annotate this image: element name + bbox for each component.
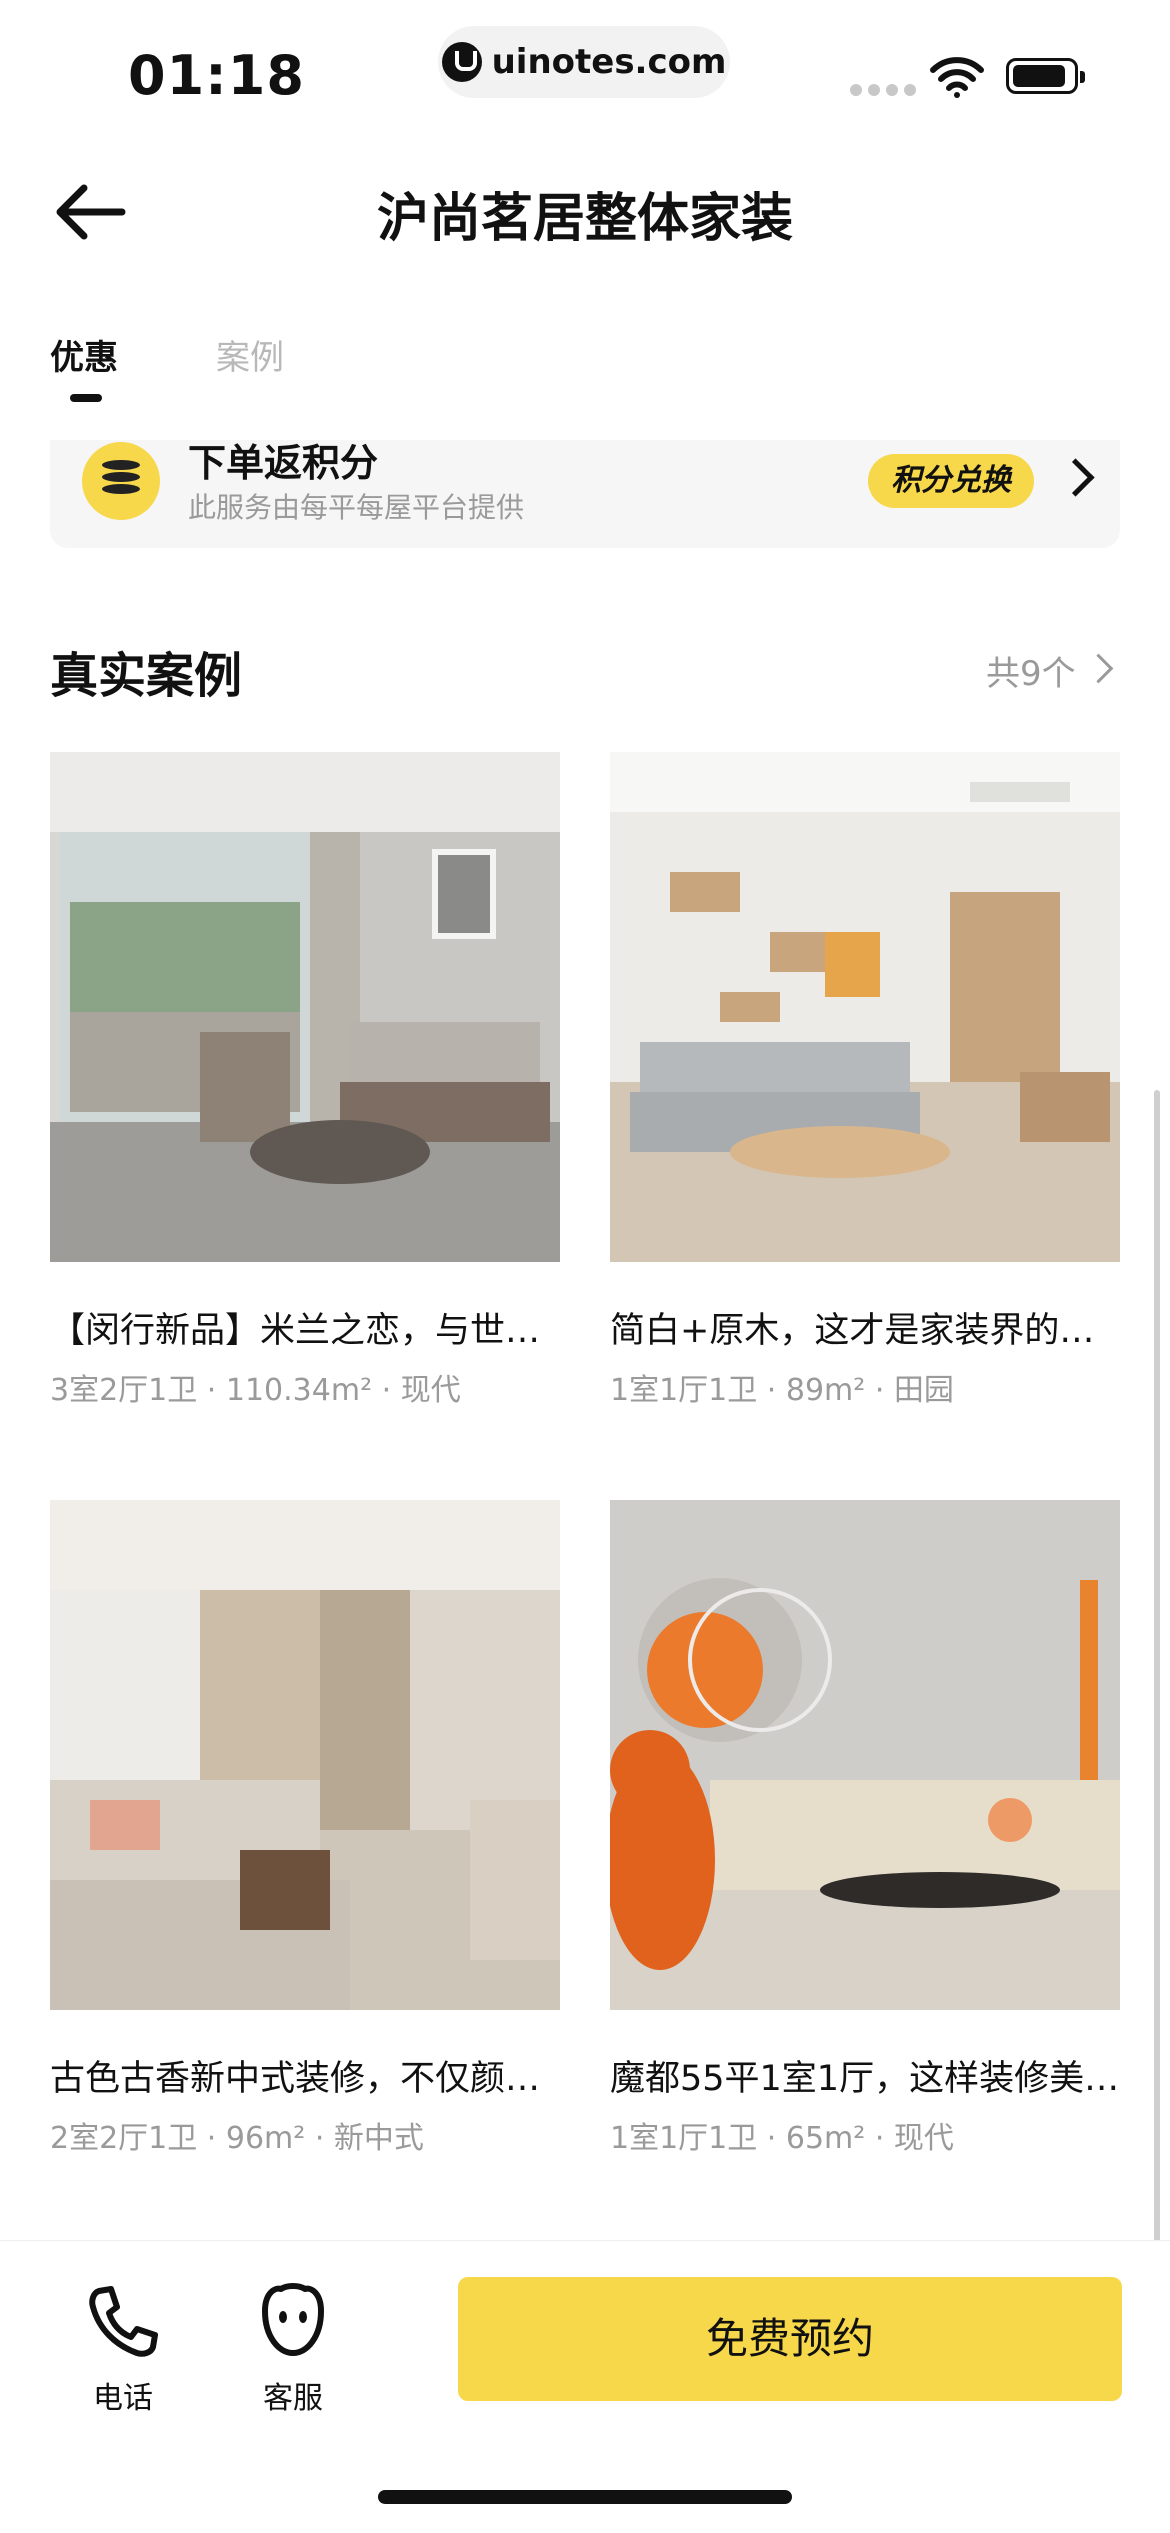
points-card[interactable]: 下单返积分 此服务由每平每屋平台提供 积分兑换 xyxy=(50,440,1120,548)
case-meta: 2室2厅1卫 · 96m² · 新中式 xyxy=(50,2121,424,2156)
case-title[interactable]: 魔都55平1室1厅，这样装修美… xyxy=(610,2050,1120,2101)
home-indicator xyxy=(378,2490,792,2504)
case-card[interactable]: 魔都55平1室1厅，这样装修美… 1室1厅1卫 · 65m² · 现代 xyxy=(605,1500,1120,2157)
tab-offers[interactable]: 优惠 xyxy=(50,330,118,379)
status-time: 01:18 xyxy=(128,44,305,107)
cellular-signal-icon xyxy=(850,84,916,96)
tab-cases[interactable]: 案例 xyxy=(216,330,284,379)
case-photo[interactable] xyxy=(50,1500,560,2010)
page-title: 沪尚茗居整体家装 xyxy=(376,189,793,249)
case-card[interactable]: 【闵行新品】米兰之恋，与世… 3室2厅1卫 · 110.34m² · 现代 xyxy=(50,752,560,1409)
chevron-right-icon[interactable] xyxy=(1083,653,1114,684)
scrollbar[interactable] xyxy=(1154,1090,1160,2400)
case-meta: 3室2厅1卫 · 110.34m² · 现代 xyxy=(50,1373,461,1408)
phone-button[interactable]: 电话 xyxy=(70,2281,176,2417)
status-bar: 01:18 uinotes.com xyxy=(0,0,1170,130)
battery-icon xyxy=(1006,58,1085,94)
tab-indicator xyxy=(70,394,102,402)
section-count-link[interactable]: 共9个 xyxy=(986,646,1076,695)
free-booking-button[interactable]: 免费预约 xyxy=(458,2277,1122,2401)
points-exchange-button[interactable]: 积分兑换 xyxy=(868,454,1034,508)
wifi-icon xyxy=(930,57,984,98)
case-photo[interactable] xyxy=(50,752,560,1262)
customer-service-button[interactable]: 客服 xyxy=(240,2281,346,2417)
case-title[interactable]: 古色古香新中式装修，不仅颜… xyxy=(50,2050,560,2101)
chevron-right-icon[interactable] xyxy=(1056,458,1095,497)
coin-stack-icon xyxy=(82,442,160,520)
section-title: 真实案例 xyxy=(50,648,243,704)
case-card[interactable]: 古色古香新中式装修，不仅颜… 2室2厅1卫 · 96m² · 新中式 xyxy=(50,1500,560,2157)
case-title[interactable]: 【闵行新品】米兰之恋，与世… xyxy=(50,1302,560,1353)
phone-label: 电话 xyxy=(93,2381,153,2416)
case-title[interactable]: 简白+原木，这才是家装界的… xyxy=(610,1302,1120,1353)
customer-service-icon xyxy=(262,2283,324,2356)
case-meta: 1室1厅1卫 · 89m² · 田园 xyxy=(610,1373,954,1408)
case-card[interactable]: 简白+原木，这才是家装界的… 1室1厅1卫 · 89m² · 田园 xyxy=(610,752,1120,1409)
customer-service-label: 客服 xyxy=(263,2381,323,2416)
points-subtitle: 此服务由每平每屋平台提供 xyxy=(188,491,525,524)
points-title: 下单返积分 xyxy=(188,441,379,485)
site-logo-icon xyxy=(441,42,482,82)
case-photo[interactable] xyxy=(610,752,1120,1262)
case-meta: 1室1厅1卫 · 65m² · 现代 xyxy=(610,2121,954,2156)
phone-icon xyxy=(89,2286,158,2357)
case-photo[interactable] xyxy=(605,1500,1120,2010)
url-text: uinotes.com xyxy=(491,42,727,82)
url-pill[interactable]: uinotes.com xyxy=(438,26,730,98)
